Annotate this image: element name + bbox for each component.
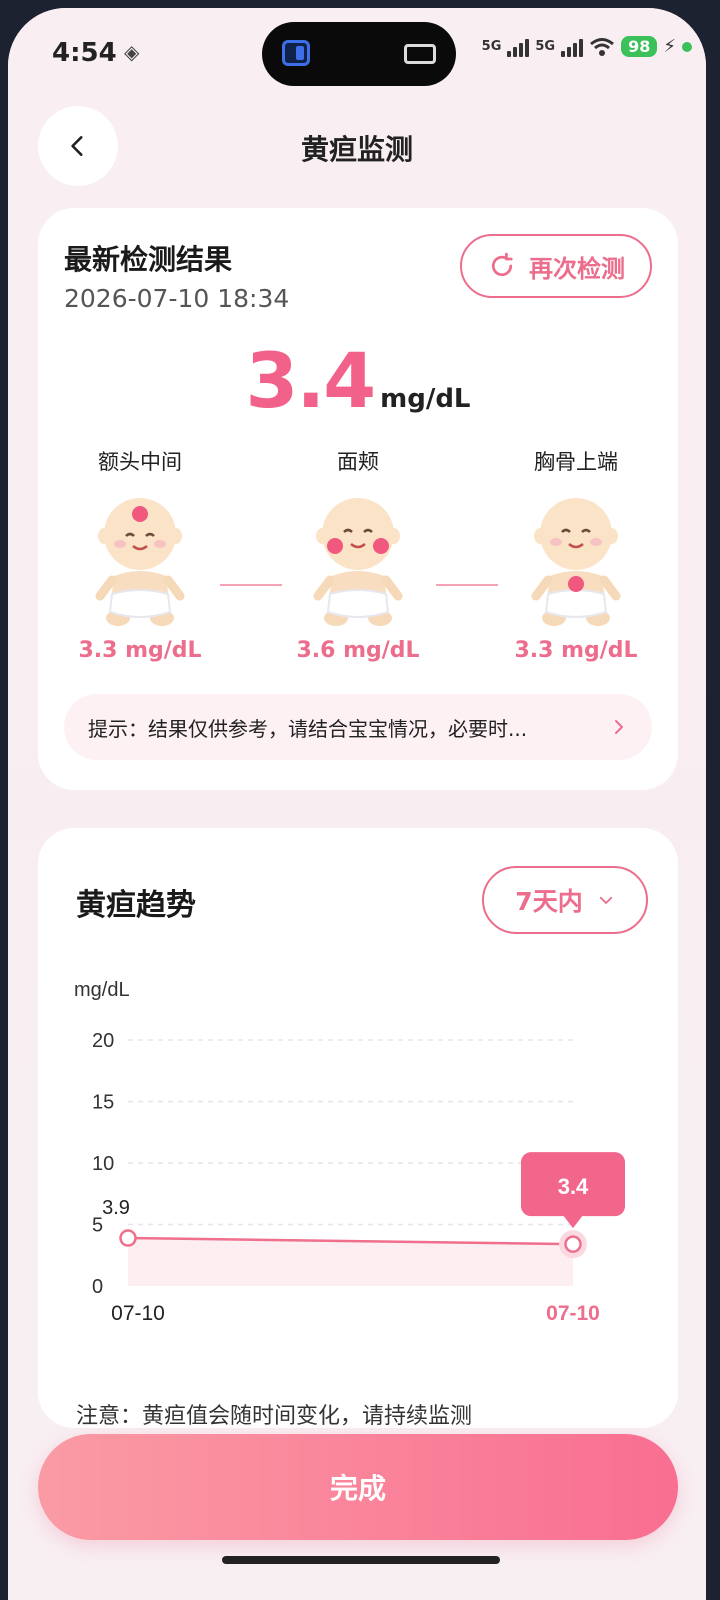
trend-chart: mg/dL051015203.93.407-10 07-10 bbox=[74, 979, 625, 1325]
tip-text: 提示：结果仅供参考，请结合宝宝情况，必要时... bbox=[88, 716, 528, 741]
latest-value-number: 3.4 bbox=[245, 336, 376, 425]
spot-connector bbox=[436, 584, 498, 586]
trend-note: 注意：黄疸值会随时间变化，请持续监测 bbox=[76, 1404, 473, 1428]
spot-label: 面颊 bbox=[337, 450, 379, 474]
baby-cheeks-icon bbox=[313, 498, 403, 626]
signal-icon bbox=[561, 37, 584, 57]
tip-bar[interactable]: 提示：结果仅供参考，请结合宝宝情况，必要时... bbox=[64, 694, 652, 760]
refresh-icon bbox=[491, 252, 513, 277]
tooltip-value: 3.4 bbox=[558, 1174, 589, 1199]
latest-value-unit: mg/dL bbox=[380, 384, 471, 414]
latest-value: 3.4 mg/dL bbox=[38, 336, 678, 425]
network-label-1: 5G bbox=[481, 39, 502, 54]
status-time: 4:54 bbox=[52, 38, 117, 68]
y-tick-label: 20 bbox=[92, 1030, 114, 1052]
data-point bbox=[119, 1229, 137, 1247]
chevron-right-icon bbox=[615, 720, 623, 734]
wifi-icon bbox=[590, 37, 615, 56]
charging-icon: ⚡ bbox=[663, 36, 676, 57]
retest-button[interactable]: 再次检测 bbox=[460, 234, 652, 298]
spot-value: 3.6 mg/dL bbox=[296, 638, 420, 663]
page-title: 黄疸监测 bbox=[300, 133, 413, 166]
spot-chest: 胸骨上端 3.3 mg/dL bbox=[476, 446, 676, 663]
network-label-2: 5G bbox=[535, 39, 556, 54]
data-point bbox=[564, 1235, 582, 1253]
spot-label: 胸骨上端 bbox=[534, 450, 618, 474]
home-indicator bbox=[222, 1556, 500, 1564]
latest-result-card: 最新检测结果 2026-07-10 18:34 再次检测 3.4 mg/dL 额头… bbox=[38, 208, 678, 790]
laptop-icon bbox=[404, 44, 436, 64]
y-tick-label: 0 bbox=[92, 1276, 103, 1298]
area-fill bbox=[128, 1238, 573, 1286]
latest-result-title: 最新检测结果 bbox=[64, 243, 233, 276]
phone-screen: 4:54 ◈ 5G 5G 98 ⚡ 黄疸监测 最新检测结果 2026-07-10… bbox=[8, 8, 706, 1600]
signal-icon bbox=[507, 37, 530, 57]
tooltip-pointer bbox=[563, 1215, 583, 1229]
spot-value: 3.3 mg/dL bbox=[78, 638, 202, 663]
battery-level: 98 bbox=[621, 36, 658, 57]
spot-label: 额头中间 bbox=[98, 450, 182, 474]
x-tick-label: 07-10 bbox=[111, 1302, 165, 1325]
spot-cheeks: 面颊 3.6 mg/dL bbox=[258, 446, 458, 663]
done-button[interactable]: 完成 bbox=[38, 1434, 678, 1540]
status-indicators: 5G 5G 98 ⚡ bbox=[482, 36, 692, 57]
x-tick-label: 07-10 bbox=[546, 1302, 600, 1325]
spot-value: 3.3 mg/dL bbox=[514, 638, 638, 663]
baby-chest-icon bbox=[531, 498, 621, 626]
baby-forehead-icon bbox=[95, 498, 185, 626]
y-tick-label: 10 bbox=[92, 1153, 114, 1175]
screen-mirror-icon bbox=[282, 40, 310, 66]
latest-result-time: 2026-07-10 18:34 bbox=[64, 284, 290, 313]
y-tick-label: 15 bbox=[92, 1092, 114, 1114]
trend-card: 黄疸趋势 7天内 mg/dL 0 5 10 15 20 3.9 3.4 07-10 07-10 注… bbox=[38, 828, 678, 1428]
spot-forehead: 额头中间 3.3 mg/dL bbox=[40, 446, 240, 663]
status-app-icon: ◈ bbox=[124, 40, 140, 64]
data-label: 3.9 bbox=[102, 1197, 130, 1219]
privacy-dot bbox=[682, 41, 692, 52]
done-label: 完成 bbox=[329, 1472, 386, 1505]
y-axis-label: mg/dL bbox=[74, 979, 130, 1001]
retest-label: 再次检测 bbox=[529, 254, 625, 283]
spot-connector bbox=[220, 584, 282, 586]
